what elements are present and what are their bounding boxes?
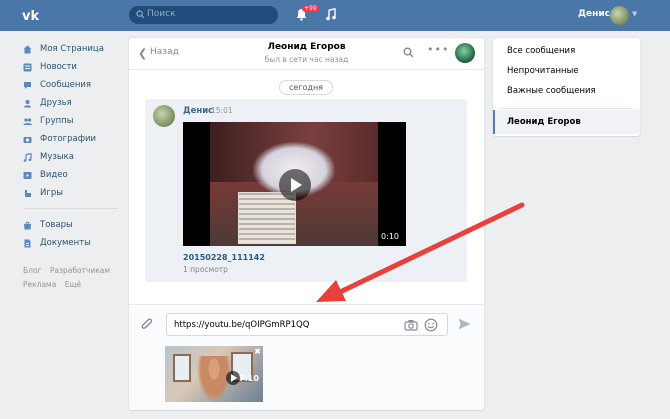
avatar[interactable] (153, 105, 175, 127)
messages-icon (23, 81, 32, 90)
message: Денис 15:01 0:10 20150228_111142 1 просм… (145, 99, 467, 282)
chat-status: был в сети час назад (264, 55, 349, 64)
paperclip-icon[interactable] (141, 318, 153, 332)
sidebar-item-label: Группы (40, 116, 74, 126)
thumbnail-window (173, 354, 191, 382)
sidebar-item-label: Фотографии (40, 134, 97, 144)
sidebar-item-label: Сообщения (40, 80, 92, 90)
top-bar: vk Поиск +99 Денис ▼ (0, 0, 670, 31)
search-input[interactable]: Поиск (129, 6, 278, 24)
filter-unread[interactable]: Непрочитанные (507, 66, 579, 76)
sidebar-item[interactable]: Видео (23, 166, 118, 184)
chevron-down-icon[interactable]: ▼ (632, 10, 637, 18)
camera-icon[interactable] (404, 319, 418, 331)
docs-icon (23, 239, 32, 248)
footer-link-developers[interactable]: Разработчикам (50, 266, 110, 275)
sidebar-item-label: Игры (40, 188, 63, 198)
news-icon (23, 63, 32, 72)
user-name[interactable]: Денис (578, 9, 610, 19)
footer-link-ads[interactable]: Реклама (23, 280, 56, 289)
games-icon (23, 189, 32, 198)
groups-icon (23, 117, 32, 126)
vk-logo-icon[interactable]: vk (22, 8, 42, 22)
notification-badge: +99 (302, 5, 319, 12)
video-title[interactable]: 20150228_111142 (183, 253, 265, 262)
close-icon[interactable]: ✖ (254, 347, 261, 356)
sidebar-item[interactable]: Фотографии (23, 130, 118, 148)
attachment-duration: 7:10 (239, 374, 259, 383)
filter-important[interactable]: Важные сообщения (507, 86, 596, 96)
sidebar-footer: Блог Разработчикам Реклама Ещё (23, 264, 118, 292)
home-icon (23, 45, 32, 54)
sidebar-item-label: Новости (40, 62, 77, 72)
sidebar-item-label: Товары (40, 220, 73, 230)
message-author[interactable]: Денис (183, 106, 213, 116)
play-icon[interactable] (226, 371, 240, 385)
avatar[interactable] (455, 43, 475, 63)
goods-icon (23, 221, 32, 230)
sidebar-item[interactable]: Музыка (23, 148, 118, 166)
footer-link-blog[interactable]: Блог (23, 266, 41, 275)
sidebar-item-label: Документы (40, 238, 91, 248)
active-conversation-item[interactable]: Леонид Егоров (493, 110, 640, 134)
video-icon (23, 171, 32, 180)
date-divider: сегодня (279, 80, 333, 95)
chat-header: ❮ Назад Леонид Егоров был в сети час наз… (129, 38, 484, 70)
search-placeholder: Поиск (147, 9, 176, 19)
music-player-icon[interactable] (326, 8, 336, 21)
avatar[interactable] (610, 6, 629, 25)
video-views: 1 просмотр (183, 265, 228, 274)
message-time: 15:01 (211, 106, 233, 115)
sidebar-item-label: Моя Страница (40, 44, 104, 54)
search-icon (136, 10, 145, 19)
sidebar-item[interactable]: Товары (23, 216, 118, 234)
sidebar-item[interactable]: Группы (23, 112, 118, 130)
video-frame-box (238, 192, 296, 244)
sidebar-item-label: Видео (40, 170, 68, 180)
friends-icon (23, 99, 32, 108)
video-duration: 0:10 (378, 231, 402, 242)
emoji-icon[interactable] (424, 318, 438, 332)
active-conversation-label: Леонид Егоров (507, 117, 581, 127)
sidebar-item[interactable]: Друзья (23, 94, 118, 112)
divider (499, 108, 634, 109)
sidebar-item[interactable]: Моя Страница (23, 40, 118, 58)
messages-filter-panel: Все сообщения Непрочитанные Важные сообщ… (493, 38, 640, 136)
play-icon[interactable] (279, 169, 311, 201)
footer-link-more[interactable]: Ещё (65, 280, 81, 289)
music-icon (23, 152, 32, 162)
message-input-value: https://youtu.be/qOIPGmRP1QQ (174, 320, 310, 330)
camera-icon (23, 135, 32, 144)
sidebar-item[interactable]: Игры (23, 184, 118, 202)
sidebar-item[interactable]: Сообщения (23, 76, 118, 94)
sidebar-item-label: Музыка (40, 152, 74, 162)
message-composer: https://youtu.be/qOIPGmRP1QQ 7:10 ✖ (129, 304, 484, 410)
sidebar-item[interactable]: Новости (23, 58, 118, 76)
left-sidebar: Моя Страница Новости Сообщения Друзья Группы… (23, 40, 118, 292)
sidebar-item[interactable]: Документы (23, 234, 118, 252)
send-icon[interactable] (458, 318, 471, 330)
sidebar-item-label: Друзья (40, 98, 72, 108)
svg-text:vk: vk (22, 9, 39, 22)
filter-all-messages[interactable]: Все сообщения (507, 46, 575, 56)
sidebar-divider (23, 208, 118, 209)
search-icon[interactable] (403, 47, 414, 58)
link-attachment-preview[interactable]: 7:10 ✖ (165, 346, 263, 402)
video-player[interactable]: 0:10 (183, 122, 406, 246)
more-icon[interactable]: ••• (427, 43, 449, 56)
message-input[interactable]: https://youtu.be/qOIPGmRP1QQ (166, 313, 448, 336)
chat-panel: ❮ Назад Леонид Егоров был в сети час наз… (129, 38, 484, 410)
